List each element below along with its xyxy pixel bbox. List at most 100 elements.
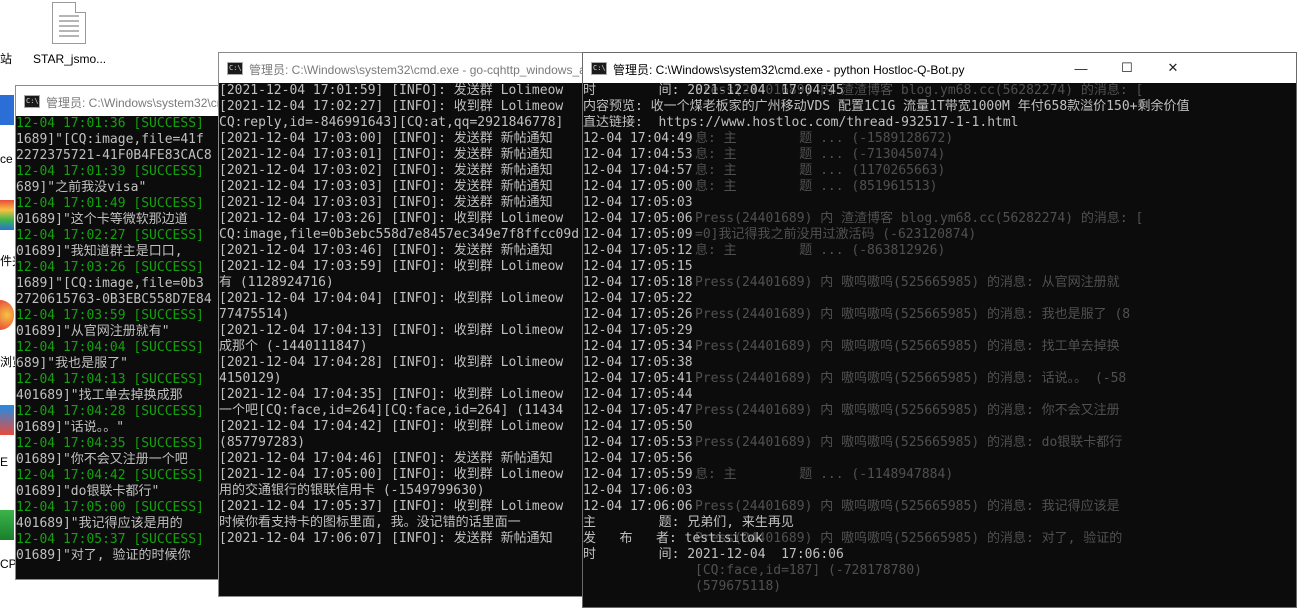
app-icon[interactable] xyxy=(0,510,14,540)
console-output[interactable]: 时 间: 2021-12-04 17:04:45 内容预览: 收一个煤老板家的广州… xyxy=(583,83,1296,607)
console-text: 689]"之前我没visa" xyxy=(16,180,147,195)
console-text: 01689]"do银联卡都行" xyxy=(16,484,160,499)
console-text: 12-04 17:02:27 xyxy=(16,228,134,243)
console-text: 12-04 17:04:42 xyxy=(16,468,134,483)
console-line: 12-04 17:05:00 xyxy=(583,179,693,194)
console-text: 01689]"话说。。" xyxy=(16,420,125,435)
console-text: 12-04 17:04:35 xyxy=(16,436,134,451)
console-text: [SUCCESS] xyxy=(133,436,204,451)
console-text: 01689]"这个卡等微软那边道 xyxy=(16,212,188,227)
console-line: 时 间: 2021-12-04 17:04:45 xyxy=(583,83,844,98)
cmd-icon xyxy=(24,95,40,108)
console-text: 401689]"我记得应该是用的 xyxy=(16,516,183,531)
console-text: 2720615763-0B3EBC558D7E84 xyxy=(16,292,212,307)
console-text: 12-04 17:03:26 xyxy=(16,260,134,275)
console-line: 12-04 17:05:12 xyxy=(583,243,693,258)
console-text: 2272375721-41F0B4FE83CAC8 xyxy=(16,148,212,163)
console-line: 12-04 17:04:57 xyxy=(583,163,693,178)
console-text: 12-04 17:04:13 xyxy=(16,372,134,387)
console-text: 12-04 17:04:28 xyxy=(16,404,134,419)
window-title: 管理员: C:\Windows\system32\cmd.exe - pytho… xyxy=(613,63,965,77)
desktop-side-label[interactable]: E xyxy=(0,455,8,469)
console-line: 内容预览: 收一个煤老板家的广州移动VDS 配置1C1G 流量1T带宽1000M… xyxy=(583,99,1190,114)
console-text: 12-04 17:03:59 xyxy=(16,308,134,323)
console-text: 401689]"找工单去掉换成那 xyxy=(16,388,183,403)
console-text: 12-04 17:01:49 xyxy=(16,196,134,211)
app-icon[interactable] xyxy=(0,200,14,230)
console-text: 12-04 17:05:00 xyxy=(16,500,134,515)
console-line: 12-04 17:05:59 xyxy=(583,467,693,482)
window-title: 管理员: C:\Windows\system32\cmd.exe - go-cq… xyxy=(249,63,639,77)
cmd-icon xyxy=(227,62,243,75)
console-text: 12-04 17:05:37 xyxy=(16,532,134,547)
console-line: 12-04 17:06:06 xyxy=(583,499,693,514)
console-text: [SUCCESS] xyxy=(133,372,204,387)
desktop-side-label[interactable]: ce xyxy=(0,152,13,166)
console-text: 689]"我也是服了" xyxy=(16,356,128,371)
minimize-button[interactable]: — xyxy=(1058,53,1104,83)
console-text: [SUCCESS] xyxy=(133,116,204,131)
console-line: 12-04 17:05:26 xyxy=(583,307,693,322)
console-text: [SUCCESS] xyxy=(133,228,204,243)
console-line: 12-04 17:05:03 xyxy=(583,195,693,210)
console-text: 01689]"你不会又注册一个吧 xyxy=(16,452,188,467)
browser-icon[interactable] xyxy=(0,300,14,330)
console-line: 主 题: 兄弟们, 来生再见 xyxy=(583,515,794,530)
close-button[interactable]: ✕ xyxy=(1150,53,1196,83)
cmd-icon xyxy=(591,62,607,75)
console-text: 12-04 17:04:04 xyxy=(16,340,134,355)
console-text: 01689]"对了, 验证的时候你 xyxy=(16,548,191,563)
console-window-hostloc-bot[interactable]: 管理员: C:\Windows\system32\cmd.exe - pytho… xyxy=(582,52,1297,608)
console-text: [SUCCESS] xyxy=(133,404,204,419)
console-text: [SUCCESS] xyxy=(133,500,204,515)
console-line: 12-04 17:05:15 xyxy=(583,259,693,274)
console-line: 12-04 17:05:56 xyxy=(583,451,693,466)
console-line: 12-04 17:05:18 xyxy=(583,275,693,290)
console-line: 12-04 17:05:22 xyxy=(583,291,693,306)
console-text: 1689]"[CQ:image,file=41f xyxy=(16,132,204,147)
console-line: 12-04 17:05:47 xyxy=(583,403,693,418)
desktop-label-top-left[interactable]: 站 xyxy=(0,50,12,67)
console-line: 12-04 17:06:03 xyxy=(583,483,693,498)
console-text: 12-04 17:01:36 xyxy=(16,116,134,131)
desktop-file-label: STAR_jsmo... xyxy=(33,52,107,66)
console-text: [SUCCESS] xyxy=(133,196,204,211)
console-line: 12-04 17:05:50 xyxy=(583,419,693,434)
console-line: 12-04 17:05:53 xyxy=(583,435,693,450)
console-line: 12-04 17:05:09 xyxy=(583,227,693,242)
maximize-button[interactable]: ☐ xyxy=(1104,53,1150,83)
console-text: 12-04 17:01:39 xyxy=(16,164,134,179)
console-line: 12-04 17:05:41 xyxy=(583,371,693,386)
console-text: 01689]"从官网注册就有" xyxy=(16,324,170,339)
console-line: 12-04 17:04:53 xyxy=(583,147,693,162)
console-text: [SUCCESS] xyxy=(133,340,204,355)
console-text: [SUCCESS] xyxy=(133,532,204,547)
console-text: 01689]"我知道群主是口口, xyxy=(16,244,183,259)
document-icon xyxy=(52,2,86,44)
app-icon[interactable] xyxy=(0,405,14,435)
console-text: [SUCCESS] xyxy=(133,468,204,483)
console-line: 12-04 17:04:49 xyxy=(583,131,693,146)
console-text: [SUCCESS] xyxy=(133,308,204,323)
console-line: 12-04 17:05:29 xyxy=(583,323,693,338)
console-line: 直达链接: https://www.hostloc.com/thread-932… xyxy=(583,115,1019,130)
console-text: [SUCCESS] xyxy=(133,260,204,275)
app-icon[interactable] xyxy=(0,95,14,125)
window-titlebar[interactable]: 管理员: C:\Windows\system32\cmd.exe - pytho… xyxy=(583,53,1296,83)
console-line: 12-04 17:05:34 xyxy=(583,339,693,354)
console-line: 12-04 17:05:44 xyxy=(583,387,693,402)
console-line: 时 间: 2021-12-04 17:06:06 xyxy=(583,547,844,562)
